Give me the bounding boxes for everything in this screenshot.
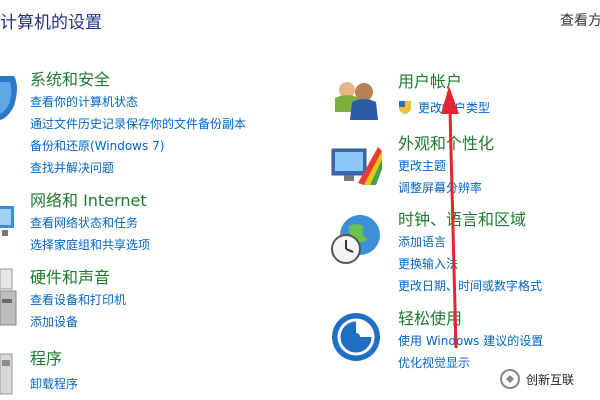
programs-icon[interactable] <box>0 352 16 396</box>
category-network-internet[interactable]: 网络和 Internet <box>30 191 147 211</box>
category-hardware-sound[interactable]: 硬件和声音 <box>30 268 110 288</box>
personalization-icon[interactable] <box>330 143 382 187</box>
link-optimize-visual-display[interactable]: 优化视觉显示 <box>398 354 470 372</box>
link-network-status[interactable]: 查看网络状态和任务 <box>30 214 138 232</box>
category-appearance-personalization[interactable]: 外观和个性化 <box>398 134 494 154</box>
view-by-label[interactable]: 查看方 <box>560 10 600 30</box>
link-uninstall-program[interactable]: 卸载程序 <box>30 375 78 393</box>
link-troubleshoot[interactable]: 查找并解决问题 <box>30 159 114 177</box>
link-add-language[interactable]: 添加语言 <box>398 233 446 251</box>
printer-icon[interactable] <box>0 265 18 329</box>
link-recommended-settings[interactable]: 使用 Windows 建议的设置 <box>398 332 543 350</box>
watermark-logo-icon <box>500 369 520 389</box>
link-view-computer-status[interactable]: 查看你的计算机状态 <box>30 93 138 111</box>
category-clock-language-region[interactable]: 时钟、语言和区域 <box>398 210 526 230</box>
uac-shield-icon <box>399 101 411 114</box>
link-file-history-backup[interactable]: 通过文件历史记录保存你的文件备份副本 <box>30 115 246 133</box>
category-programs[interactable]: 程序 <box>30 349 62 369</box>
category-system-security[interactable]: 系统和安全 <box>30 70 110 90</box>
clock-globe-icon[interactable] <box>330 213 382 265</box>
link-change-account-type[interactable]: 更改帐户类型 <box>418 99 490 117</box>
user-accounts-icon[interactable] <box>332 78 382 122</box>
watermark: 创新互联 <box>492 364 592 394</box>
category-ease-of-access[interactable]: 轻松使用 <box>398 309 462 329</box>
network-icon[interactable] <box>0 200 18 240</box>
link-change-theme[interactable]: 更改主题 <box>398 157 446 175</box>
shield-icon[interactable] <box>0 72 20 122</box>
ease-of-access-icon[interactable] <box>330 311 382 363</box>
link-add-device[interactable]: 添加设备 <box>30 313 78 331</box>
link-screen-resolution[interactable]: 调整屏幕分辨率 <box>398 179 482 197</box>
watermark-text: 创新互联 <box>526 373 575 387</box>
category-user-accounts[interactable]: 用户帐户 <box>398 72 462 92</box>
link-devices-printers[interactable]: 查看设备和打印机 <box>30 291 126 309</box>
link-change-date-time-format[interactable]: 更改日期、时间或数字格式 <box>398 277 542 295</box>
page-title: 计算机的设置 <box>0 13 102 33</box>
link-change-input-method[interactable]: 更换输入法 <box>398 255 458 273</box>
link-backup-restore[interactable]: 备份和还原(Windows 7) <box>30 137 164 155</box>
link-homegroup-sharing[interactable]: 选择家庭组和共享选项 <box>30 236 150 254</box>
